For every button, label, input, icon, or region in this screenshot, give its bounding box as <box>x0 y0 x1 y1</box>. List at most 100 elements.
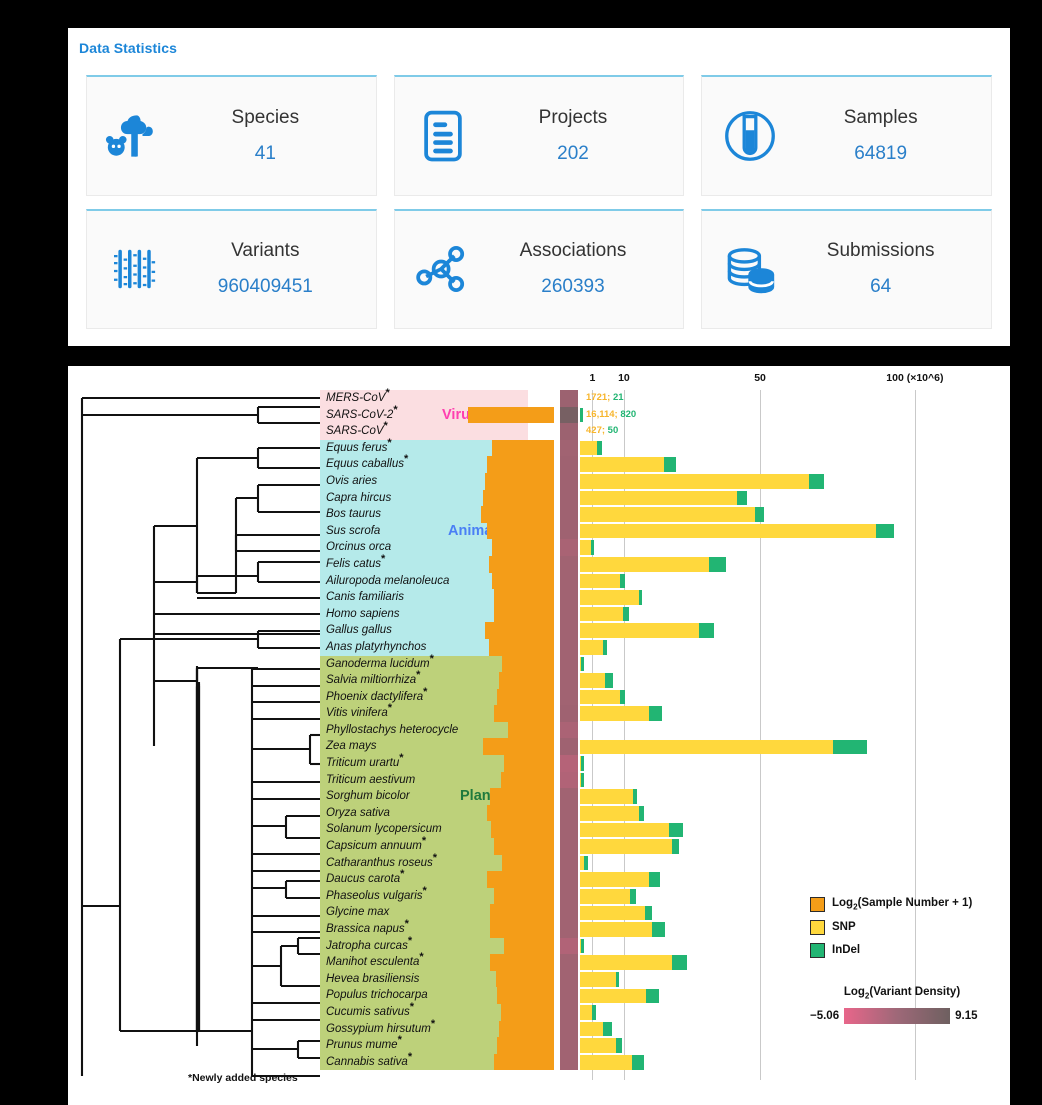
sample-number-bar <box>488 638 554 656</box>
sample-number-row <box>468 721 554 739</box>
figure-legend: Log2(Sample Number + 1) SNP InDel Log2(Var… <box>810 894 1000 1025</box>
colorbar-title: Log2(Variant Density) <box>843 986 961 1001</box>
sample-number-row <box>468 456 554 473</box>
sample-number-row <box>468 821 554 839</box>
variant-density-cell <box>560 1003 578 1021</box>
sample-number-row <box>468 738 554 756</box>
sample-number-bar <box>480 506 554 523</box>
indel-bar <box>668 822 684 838</box>
snp-bar <box>580 822 669 838</box>
indel-bar <box>619 573 625 589</box>
indel-bar <box>623 606 630 622</box>
variant-density-cell <box>560 1037 578 1054</box>
indel-bar <box>581 938 585 954</box>
variant-density-cell <box>560 705 578 722</box>
axis-gridline <box>760 390 762 1080</box>
indel-bar <box>619 689 626 705</box>
sample-number-row <box>468 572 554 590</box>
sample-number-row <box>468 921 554 938</box>
stat-value: 64819 <box>854 142 908 164</box>
stat-card-variants[interactable]: Variants 960409451 <box>86 208 377 329</box>
sample-number-row <box>468 406 554 424</box>
snp-bar <box>580 673 605 688</box>
sample-number-bar <box>493 1053 554 1071</box>
variant-density-cell <box>560 506 578 523</box>
sample-number-row <box>468 838 554 855</box>
snp-bar <box>580 1005 593 1020</box>
snp-bar <box>580 523 877 539</box>
indel-bar <box>648 706 662 721</box>
sample-number-row <box>468 887 554 905</box>
sample-number-row <box>468 954 554 971</box>
indel-bar <box>581 656 585 672</box>
stat-card-samples[interactable]: Samples 64819 <box>701 75 992 196</box>
virus-count-annotation: 427; 50 <box>586 425 619 437</box>
sample-number-bar <box>482 489 554 507</box>
variant-density-cell <box>560 1020 578 1038</box>
stat-text: Projects 202 <box>491 100 684 172</box>
sample-number-row <box>468 423 554 440</box>
sample-number-bar <box>486 804 554 822</box>
network-nodes-icon <box>395 239 491 299</box>
snp-bar <box>580 640 603 655</box>
sample-number-row <box>468 506 554 523</box>
variant-density-cell <box>560 755 578 772</box>
virus-count-annotation: 16,114; 820 <box>586 408 637 420</box>
snp-bar <box>580 440 598 456</box>
variant-density-cell <box>560 871 578 888</box>
indel-bar <box>754 507 765 522</box>
stat-label: Variants <box>231 240 300 262</box>
sample-number-row <box>468 472 554 490</box>
stat-card-associations[interactable]: Associations 260393 <box>393 208 685 329</box>
variant-density-cell <box>560 887 578 905</box>
indel-bar <box>580 407 583 423</box>
sample-number-bar <box>497 1037 554 1054</box>
snp-bar <box>580 457 665 472</box>
page-title: Data Statistics <box>79 40 177 56</box>
stat-label: Projects <box>538 106 608 128</box>
snp-bar <box>580 839 673 854</box>
sample-number-bar <box>486 871 554 888</box>
sample-number-row <box>468 854 554 872</box>
colorbar: −5.06 9.15 <box>810 1008 1000 1025</box>
variant-density-cell <box>560 788 578 805</box>
snp-bar <box>580 557 709 572</box>
sample-number-bar <box>491 821 554 839</box>
snp-bar <box>580 540 591 555</box>
indel-bar <box>664 457 676 472</box>
variant-density-cell <box>560 738 578 756</box>
variant-density-cell <box>560 970 578 988</box>
stat-text: Associations 260393 <box>491 233 684 305</box>
variant-density-cell <box>560 555 578 573</box>
sample-number-row <box>468 771 554 789</box>
variant-density-cell <box>560 605 578 623</box>
sample-number-row <box>468 390 554 407</box>
sample-number-bar <box>495 970 554 988</box>
stat-card-projects[interactable]: Projects 202 <box>393 75 685 196</box>
sample-number-bar <box>498 672 554 689</box>
stat-value: 202 <box>557 142 589 164</box>
snp-bar <box>580 573 620 589</box>
stat-value: 64 <box>870 276 892 298</box>
variant-density-cell <box>560 423 578 440</box>
variant-density-cell <box>560 688 578 706</box>
stat-text: Variants 960409451 <box>183 233 376 305</box>
snp-bar <box>580 872 649 887</box>
sample-number-row <box>468 622 554 639</box>
stat-card-species[interactable]: Species 41 <box>86 75 377 196</box>
snp-bar <box>580 689 620 705</box>
colorbar-max-label: 9.15 <box>955 1010 978 1023</box>
variant-density-cell <box>560 439 578 457</box>
indel-bar <box>597 440 602 456</box>
sample-number-bar <box>502 854 554 872</box>
sample-number-bar <box>468 406 554 424</box>
snp-bar <box>580 889 630 904</box>
snp-bar <box>580 507 755 522</box>
stat-card-submissions[interactable]: Submissions 64 <box>701 208 992 329</box>
sample-number-bar <box>486 522 554 540</box>
sample-number-row <box>468 522 554 540</box>
variant-density-cell <box>560 771 578 789</box>
sample-number-row <box>468 987 554 1004</box>
indel-bar <box>648 872 660 887</box>
variant-density-cell <box>560 804 578 822</box>
